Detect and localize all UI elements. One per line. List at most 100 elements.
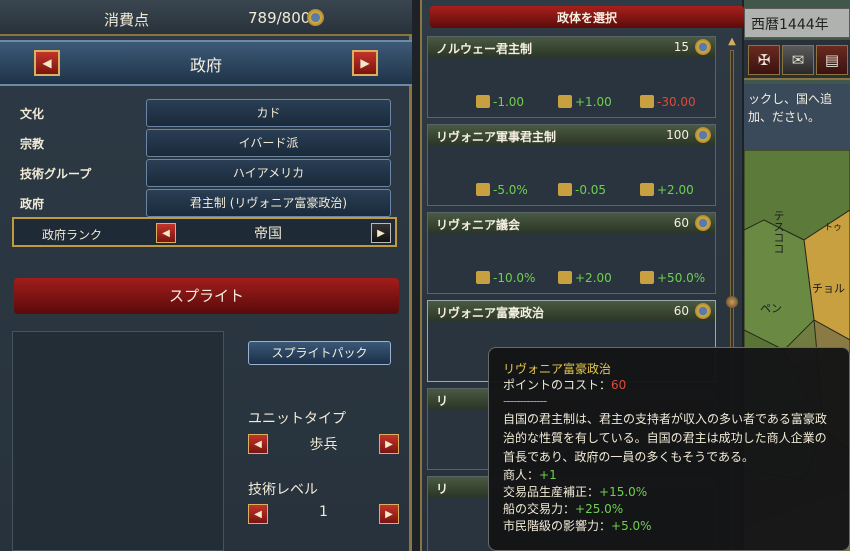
effect-text: +2.00 (575, 271, 612, 285)
government-select-header: 政体を選択 (430, 6, 744, 28)
effect-value: +2.00 (640, 183, 694, 197)
map-label: トゥ (824, 223, 843, 233)
government-type-select[interactable]: 君主制 (リヴォニア富豪政治) (146, 189, 391, 217)
crown-icon (558, 95, 572, 108)
religion-label: 宗教 (20, 137, 45, 151)
government-rank-row: 政府ランク ◀ 帝国 ▶ (12, 217, 397, 247)
government-cost: 15 (673, 40, 689, 54)
tooltip-modifier: 市民階級の影響力：+5.0% (503, 518, 835, 535)
government-name: リヴォニア軍事君主制 (436, 130, 557, 144)
unit-type-next-button[interactable]: ▶ (379, 434, 399, 454)
rank-next-button[interactable]: ▶ (371, 223, 391, 243)
government-rank-label: 政府ランク (42, 228, 103, 242)
card-header: ノルウェー君主制 15 (428, 37, 715, 57)
effect-value: -1.00 (476, 95, 524, 109)
tech-level-next-button[interactable]: ▶ (379, 504, 399, 524)
modifier-label: 商人： (503, 468, 540, 482)
rank-prev-button[interactable]: ◀ (156, 223, 176, 243)
government-title: 政府 (189, 56, 222, 75)
tech-group-row: 技術グループ ハイアメリカ (12, 159, 397, 187)
government-rank-value: 帝国 (254, 226, 282, 242)
flag-icon (558, 183, 572, 196)
effect-text: -1.00 (493, 95, 525, 109)
government-card[interactable]: リヴォニア議会 60 -10.0% +2.00 +50.0% (427, 212, 716, 294)
reform-icon (476, 95, 490, 108)
crown-coin-icon (695, 127, 711, 143)
culture-select[interactable]: カド (146, 99, 391, 127)
effect-text: +2.00 (657, 183, 694, 197)
tooltip-modifier: 交易品生産補正：+15.0% (503, 484, 835, 501)
tooltip-cost-label: ポイントのコスト： (503, 378, 612, 392)
sprite-preview (12, 331, 224, 551)
tech-group-label: 技術グループ (20, 167, 92, 181)
tech-level-prev-button[interactable]: ◀ (248, 504, 268, 524)
government-name: リヴォニア富豪政治 (436, 306, 545, 320)
effect-value: +2.00 (558, 271, 612, 285)
next-government-button[interactable]: ▶ (352, 50, 378, 76)
tooltip-modifier: 船の交易力：+25.0% (503, 501, 835, 518)
government-cost: 100 (666, 128, 689, 142)
effect-text: -5.0% (493, 183, 528, 197)
unit-type-prev-button[interactable]: ◀ (248, 434, 268, 454)
coat-of-arms-icon[interactable]: ✠ (748, 45, 780, 75)
cannon-icon (476, 183, 490, 196)
card-header: リヴォニア議会 60 (428, 213, 715, 233)
effect-text: -0.05 (575, 183, 607, 197)
tech-level-label: 技術レベル (248, 482, 318, 498)
sprite-banner: スプライト (14, 278, 399, 314)
effect-value: -0.05 (558, 183, 606, 197)
government-card[interactable]: ノルウェー君主制 15 -1.00 +1.00 -30.00 (427, 36, 716, 118)
top-icon-row: ✠ ✉ ▤ (744, 40, 850, 80)
tooltip-modifier: 商人：+1 (503, 467, 835, 484)
effect-text: -10.0% (493, 271, 536, 285)
unit-type-value: 歩兵 (309, 437, 338, 453)
effect-text: +1.00 (575, 95, 612, 109)
nation-designer-panel: 消費点 789/800 ◀ 政府 ▶ 文化 カド 宗教 イバード派 技術グループ… (0, 0, 412, 551)
government-card[interactable]: リヴォニア軍事君主制 100 -5.0% -0.05 +2.00 (427, 124, 716, 206)
tooltip-description: 自国の君主制は、君主の支持者が収入の多い者である富豪政治的な性質を有している。自… (503, 412, 827, 464)
tech-level-value: 1 (319, 504, 328, 520)
scales-icon (558, 271, 572, 284)
cannon-icon (476, 271, 490, 284)
dove-icon[interactable]: ✉ (782, 45, 814, 75)
effect-value: -10.0% (476, 271, 535, 285)
culture-label: 文化 (20, 107, 45, 121)
crown-coin-icon (695, 215, 711, 231)
crossed-swords-icon (640, 183, 654, 196)
sprite-title: スプライト (168, 287, 244, 305)
card-header: リヴォニア富豪政治 60 (428, 301, 715, 321)
map-label: チョル (812, 282, 845, 295)
government-cost: 60 (673, 304, 689, 318)
ledger-icon[interactable]: ▤ (816, 45, 848, 75)
modifier-value: +5.0% (611, 519, 652, 533)
scroll-knob[interactable] (726, 296, 738, 308)
tech-group-select[interactable]: ハイアメリカ (146, 159, 391, 187)
modifier-label: 市民階級の影響力： (503, 519, 612, 533)
modifier-value: +1 (539, 468, 557, 482)
points-value: 789/800 (248, 9, 311, 27)
religion-row: 宗教 イバード派 (12, 129, 397, 157)
effect-value: +1.00 (558, 95, 612, 109)
crown-coin-icon (695, 39, 711, 55)
government-type-row: 政府 君主制 (リヴォニア富豪政治) (12, 189, 397, 217)
instruction-message: ックし、国へ追加、ださい。 (744, 84, 850, 150)
religion-select[interactable]: イバード派 (146, 129, 391, 157)
government-name: ノルウェー君主制 (436, 42, 533, 56)
culture-row: 文化 カド (12, 99, 397, 127)
map-label: テスココ (772, 210, 785, 254)
government-type-label: 政府 (20, 197, 45, 211)
scroll-up-arrow-icon[interactable]: ▲ (725, 36, 739, 48)
points-label: 消費点 (104, 11, 150, 29)
points-bar: 消費点 789/800 (0, 0, 412, 36)
sprite-pack-button[interactable]: スプライトパック (248, 341, 391, 365)
date-display: 西暦1444年 (744, 8, 850, 38)
tooltip-cost-value: 60 (611, 378, 627, 392)
map-label: ペン (760, 302, 782, 315)
effect-value: -30.00 (640, 95, 696, 109)
tooltip-separator: ------------- (503, 394, 547, 408)
government-name: リ (436, 482, 449, 496)
crown-coin-icon (307, 9, 324, 26)
government-cost: 60 (673, 216, 689, 230)
modifier-value: +15.0% (599, 485, 648, 499)
government-select-title: 政体を選択 (556, 11, 617, 25)
